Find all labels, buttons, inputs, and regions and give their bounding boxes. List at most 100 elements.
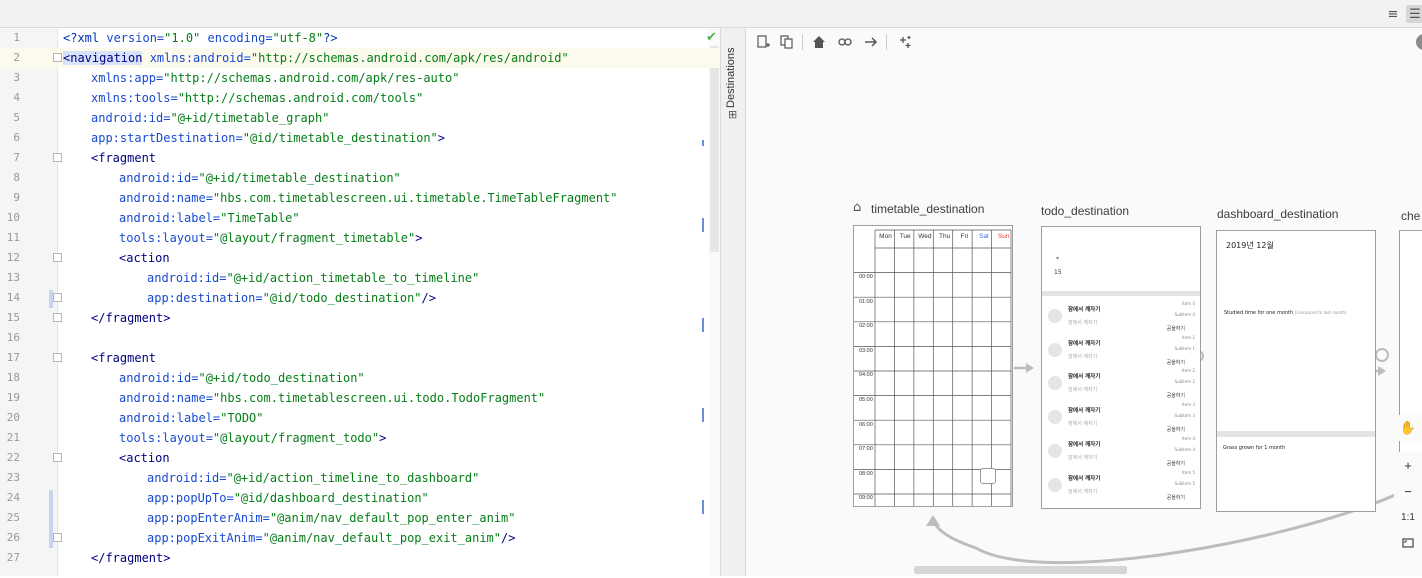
todo-date: 15 xyxy=(1054,269,1062,276)
code-line[interactable]: 23 android:id="@+id/action_timeline_to_da… xyxy=(0,468,720,488)
timetable-destination-label[interactable]: timetable_destination xyxy=(871,202,984,216)
zoom-to-fit-icon[interactable] xyxy=(1394,530,1422,556)
code-line[interactable]: 16 xyxy=(0,328,720,348)
fold-marker-icon[interactable] xyxy=(53,153,62,162)
timetable-destination-card[interactable]: Mon Tue Wed Thu Fri Sat Sun 00:00 01:00 02:00 03:0… xyxy=(853,225,1013,507)
next-destination-label[interactable]: che xyxy=(1401,209,1420,223)
design-horizontal-scrollbar[interactable] xyxy=(914,566,1127,574)
xml-value: "http://schemas.android.com/apk/res-auto… xyxy=(163,71,460,85)
line-number: 12 xyxy=(6,251,20,264)
code-line[interactable]: 11 tools:layout="@layout/fragment_timetab… xyxy=(0,228,720,248)
zoom-in-button[interactable]: + xyxy=(1394,452,1422,478)
xml-attribute: app:popExitAnim= xyxy=(147,531,263,545)
code-line[interactable]: 20 android:label="TODO" xyxy=(0,408,720,428)
line-number: 13 xyxy=(6,271,20,284)
xml-value: "hbs.com.timetablescreen.ui.todo.TodoFra… xyxy=(212,391,546,405)
code-line[interactable]: 22 <action xyxy=(0,448,720,468)
code-line[interactable]: 3 xmlns:app="http://schemas.android.com/a… xyxy=(0,68,720,88)
todo-subtitle: 잠에서 깨자기 xyxy=(1068,454,1098,461)
code-line[interactable]: 10 android:label="TimeTable" xyxy=(0,208,720,228)
xml-attribute: version= xyxy=(106,31,165,45)
code-editor[interactable]: ✔ 1 <?xml version="1.0" encoding="utf-8"?… xyxy=(0,28,720,576)
code-text: android:id="@+id/action_timeline_to_dash… xyxy=(147,468,479,488)
code-text: app:popUpTo="@id/dashboard_destination" xyxy=(147,488,429,508)
todo-check-icon xyxy=(1048,443,1062,458)
line-number: 14 xyxy=(6,291,20,304)
todo-item-meta: Item 5 xyxy=(1182,469,1195,475)
code-line[interactable]: 19 android:name="hbs.com.timetablescreen.… xyxy=(0,388,720,408)
todo-list-item: 잠에서 깨자기 잠에서 깨자기 Item 2 Subitem 2 공을하기 xyxy=(1042,366,1199,399)
code-text: </fragment> xyxy=(91,308,170,328)
code-line[interactable]: 1 <?xml version="1.0" encoding="utf-8"?> xyxy=(0,28,720,48)
code-text: android:id="@+id/timetable_destination" xyxy=(119,168,401,188)
xml-attribute: tools:layout= xyxy=(119,431,213,445)
xml-value: "@id/timetable_destination" xyxy=(242,131,438,145)
dashboard-destination-card[interactable]: 2019년 12월 Studied time for one month (Co… xyxy=(1216,230,1376,512)
fold-marker-icon[interactable] xyxy=(53,453,62,462)
code-text: app:startDestination="@id/timetable_dest… xyxy=(91,128,445,148)
xml-attribute: app:destination= xyxy=(147,291,263,305)
fold-marker-icon[interactable] xyxy=(53,353,62,362)
xml-value: "@layout/fragment_todo" xyxy=(212,431,380,445)
navigation-design-pane[interactable]: ⌂ timetable_destination Mon Tue Wed Thu Fri S… xyxy=(746,28,1422,576)
code-text: android:id="@+id/todo_destination" xyxy=(119,368,365,388)
xml-tag: <navigation xyxy=(63,51,143,65)
line-number: 9 xyxy=(13,191,20,204)
todo-list-item: 잠에서 깨자기 잠에서 깨자기 Item 0 Subitem 0 공을하기 xyxy=(1042,299,1199,332)
todo-item-meta: Item 3 xyxy=(1182,402,1195,408)
xml-attribute: xmlns:app= xyxy=(91,71,164,85)
top-bar: ≡ ☰ xyxy=(0,0,1422,28)
todo-destination-card[interactable]: ▾ 15 잠에서 깨자기 잠에서 깨자기 Item 0 Subitem 0 공을하기 잠에… xyxy=(1041,226,1201,509)
code-line[interactable]: 7 <fragment xyxy=(0,148,720,168)
xml-attribute: android:label= xyxy=(119,211,221,225)
line-number: 21 xyxy=(6,431,20,444)
code-line[interactable]: 4 xmlns:tools="http://schemas.android.com… xyxy=(0,88,720,108)
date-chevron-icon: ▾ xyxy=(1056,255,1060,262)
todo-destination-label[interactable]: todo_destination xyxy=(1041,204,1129,218)
todo-subitem-meta: Subitem 2 xyxy=(1174,379,1195,385)
todo-subitem-meta: Subitem 3 xyxy=(1174,413,1195,419)
code-line[interactable]: 17 <fragment xyxy=(0,348,720,368)
dashboard-destination-label[interactable]: dashboard_destination xyxy=(1217,207,1338,221)
zoom-out-button[interactable]: − xyxy=(1394,478,1422,504)
dashboard-month: 2019년 12월 xyxy=(1226,241,1274,250)
fold-marker-icon[interactable] xyxy=(53,293,62,302)
code-line[interactable]: 18 android:id="@+id/todo_destination" xyxy=(0,368,720,388)
code-line[interactable]: 27 </fragment> xyxy=(0,548,720,568)
code-line[interactable]: 9 android:name="hbs.com.timetablescreen.u… xyxy=(0,188,720,208)
code-line[interactable]: 8 android:id="@+id/timetable_destination" xyxy=(0,168,720,188)
line-number: 22 xyxy=(6,451,20,464)
fold-marker-icon[interactable] xyxy=(53,533,62,542)
code-view-icon[interactable]: ≡ xyxy=(1384,5,1402,23)
code-line[interactable]: 15 </fragment> xyxy=(0,308,720,328)
destinations-tab[interactable]: Destinations xyxy=(725,38,743,108)
code-line[interactable]: 12 <action xyxy=(0,248,720,268)
fold-marker-icon[interactable] xyxy=(53,313,62,322)
zoom-actual-size-button[interactable]: 1:1 xyxy=(1394,504,1422,530)
code-line[interactable]: 6 app:startDestination="@id/timetable_des… xyxy=(0,128,720,148)
xml-value: "TODO" xyxy=(220,411,264,425)
code-line[interactable]: 14 app:destination="@id/todo_destination"… xyxy=(0,288,720,308)
fold-marker-icon[interactable] xyxy=(53,253,62,262)
code-line[interactable]: 24 app:popUpTo="@id/dashboard_destination… xyxy=(0,488,720,508)
code-line[interactable]: 26 app:popExitAnim="@anim/nav_default_pop… xyxy=(0,528,720,548)
code-line[interactable]: 2 <navigation xmlns:android="http://schem… xyxy=(0,48,720,68)
code-line[interactable]: 5 android:id="@+id/timetable_graph" xyxy=(0,108,720,128)
pan-hand-icon[interactable]: ✋ xyxy=(1394,415,1422,441)
todo-check-icon xyxy=(1048,376,1062,391)
todo-action-label: 공을하기 xyxy=(1166,359,1185,366)
todo-subtitle: 잠에서 깨자기 xyxy=(1068,320,1098,326)
todo-subtitle: 잠에서 깨자기 xyxy=(1068,353,1098,360)
line-number: 20 xyxy=(6,411,20,424)
fold-marker-icon[interactable] xyxy=(53,53,62,62)
code-line[interactable]: 13 android:id="@+id/action_timetable_to_t… xyxy=(0,268,720,288)
code-line[interactable]: 21 tools:layout="@layout/fragment_todo"> xyxy=(0,428,720,448)
xml-attribute: android:id= xyxy=(119,371,199,385)
line-number: 26 xyxy=(6,531,20,544)
split-view-icon[interactable]: ☰ xyxy=(1406,5,1422,23)
xml-attribute: app:popEnterAnim= xyxy=(147,511,270,525)
xml-tag-end: /> xyxy=(501,531,516,545)
xml-tag: <fragment xyxy=(91,351,157,365)
todo-subitem-meta: Subitem 4 xyxy=(1174,446,1195,452)
code-line[interactable]: 25 app:popEnterAnim="@anim/nav_default_po… xyxy=(0,508,720,528)
